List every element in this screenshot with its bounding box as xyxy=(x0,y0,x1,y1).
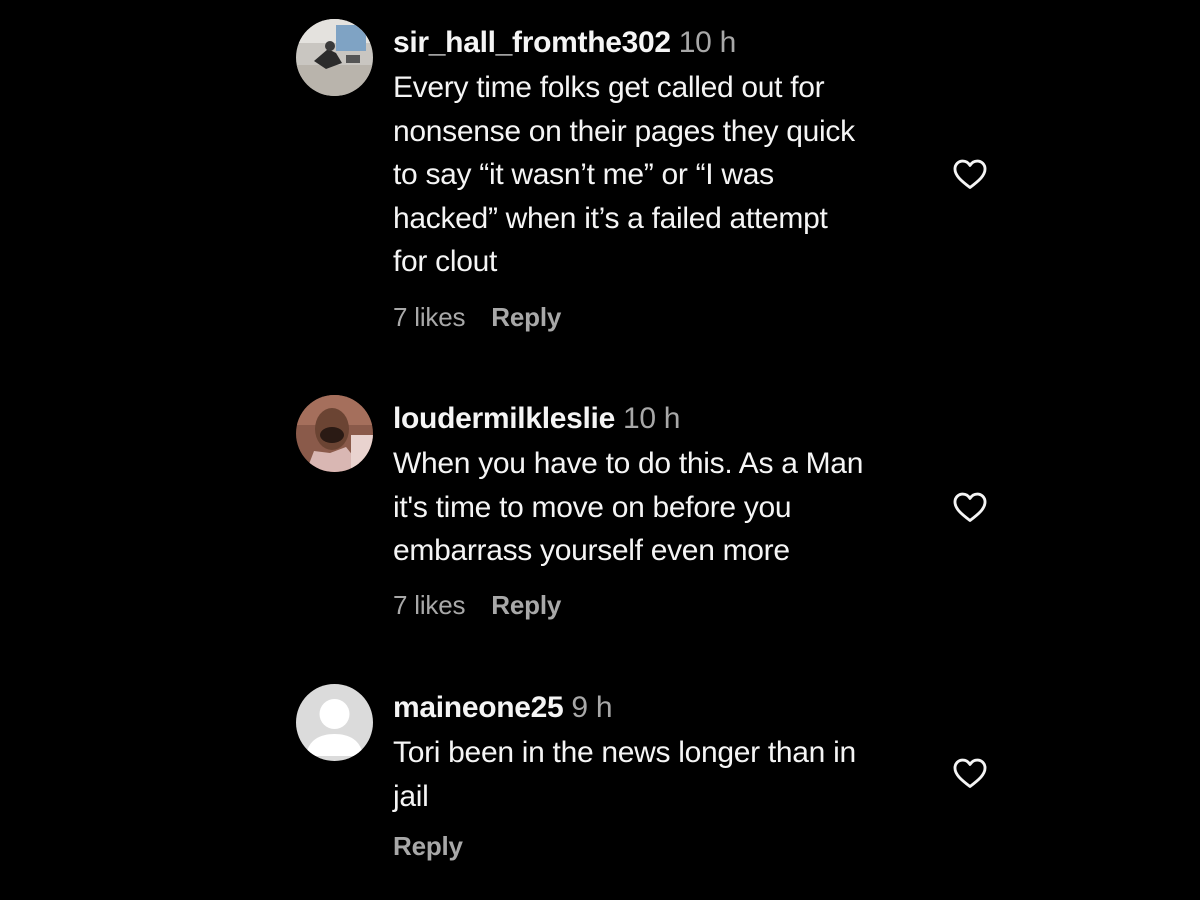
comment-actions: Reply xyxy=(393,831,938,862)
heart-outline-icon xyxy=(953,758,987,788)
like-button[interactable] xyxy=(951,754,989,792)
user-avatar[interactable] xyxy=(296,19,373,96)
comment-text: Every time folks get called out for nons… xyxy=(393,71,855,278)
user-avatar[interactable] xyxy=(296,395,373,472)
reply-button[interactable]: Reply xyxy=(491,590,561,621)
comment-text: Tori been in the news longer than in jai… xyxy=(393,736,856,813)
like-button[interactable] xyxy=(951,488,989,526)
reply-button[interactable]: Reply xyxy=(393,831,463,862)
photo-avatar-icon xyxy=(296,395,373,472)
comment-actions: 7 likes Reply xyxy=(393,590,938,621)
comment-time: 10 h xyxy=(678,26,737,59)
username-link[interactable]: maineone25 xyxy=(393,691,564,724)
username-link[interactable]: sir_hall_fromthe302 xyxy=(393,26,671,59)
comment-header: loudermilkleslie 10 h xyxy=(393,399,938,439)
comment-time: 10 h xyxy=(622,402,681,435)
like-button[interactable] xyxy=(951,155,989,193)
heart-outline-icon xyxy=(953,159,987,189)
heart-outline-icon xyxy=(953,492,987,522)
comment-actions: 7 likes Reply xyxy=(393,302,938,333)
reply-button[interactable]: Reply xyxy=(491,302,561,333)
photo-avatar-icon xyxy=(296,19,373,96)
default-avatar-icon xyxy=(296,684,373,761)
comment-header: sir_hall_fromthe302 10 h xyxy=(393,23,938,63)
likes-count[interactable]: 7 likes xyxy=(393,302,465,333)
comment-text: When you have to do this. As a Man it's … xyxy=(393,447,864,567)
likes-count[interactable]: 7 likes xyxy=(393,590,465,621)
username-link[interactable]: loudermilkleslie xyxy=(393,402,615,435)
user-avatar[interactable] xyxy=(296,684,373,761)
comment-time: 9 h xyxy=(571,691,613,724)
comment-header: maineone25 9 h xyxy=(393,688,938,728)
